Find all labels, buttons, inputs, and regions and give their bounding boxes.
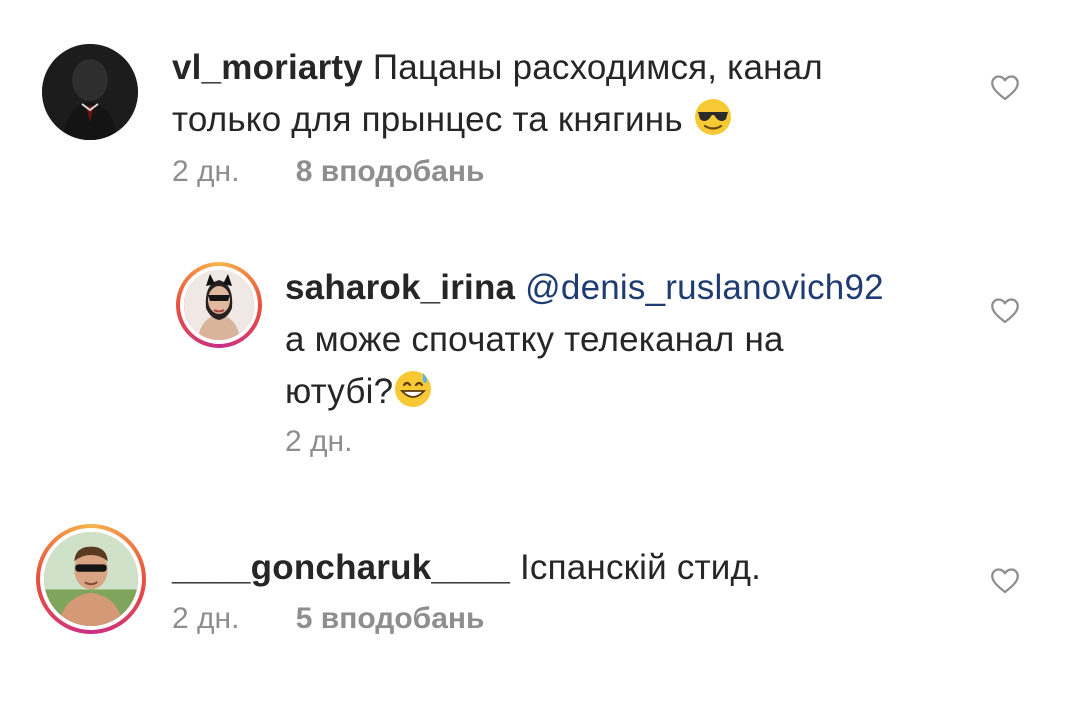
comment-username[interactable]: vl_moriarty xyxy=(172,48,363,87)
comment-timestamp: 2 дн. xyxy=(172,602,240,635)
likes-count[interactable]: 8 вподобань xyxy=(296,155,485,188)
comment-timestamp: 2 дн. xyxy=(285,425,353,458)
heart-outline-icon[interactable] xyxy=(988,563,1022,597)
smiling-face-with-sunglasses-icon xyxy=(693,97,733,137)
heart-outline-icon[interactable] xyxy=(988,70,1022,104)
comment-body: saharok_irina @denis_ruslanovich92 а мож… xyxy=(285,262,965,418)
mention-link[interactable]: @denis_ruslanovich92 xyxy=(525,268,884,307)
comment-body: vl_moriarty Пацаны расходимся, канал тол… xyxy=(172,42,932,146)
heart-outline-icon[interactable] xyxy=(988,293,1022,327)
comment-meta: 2 дн. 5 вподобань xyxy=(172,602,484,636)
avatar-image xyxy=(180,266,258,344)
comment-text: а може спочатку телеканал на xyxy=(285,320,784,359)
comment-username[interactable]: saharok_irina xyxy=(285,268,515,307)
comment-body: ____goncharuk____ Іспанскій стид. xyxy=(172,542,932,594)
avatar-image xyxy=(42,44,138,140)
likes-count[interactable]: 5 вподобань xyxy=(296,602,485,635)
comment-text: Пацаны расходимся, канал xyxy=(372,48,823,87)
comment-username[interactable]: ____goncharuk____ xyxy=(172,548,510,587)
comment-meta: 2 дн. xyxy=(285,425,352,459)
avatar[interactable] xyxy=(42,44,138,140)
comment-text: Іспанскій стид. xyxy=(519,548,762,587)
grinning-face-with-sweat-icon xyxy=(393,369,433,409)
comment-timestamp: 2 дн. xyxy=(172,155,240,188)
comment-text: ютубі? xyxy=(285,372,394,411)
avatar[interactable] xyxy=(36,524,146,634)
avatar[interactable] xyxy=(176,262,262,348)
comment-text: только для прынцес та княгинь xyxy=(172,100,683,139)
avatar-image xyxy=(40,528,142,630)
comment-meta: 2 дн. 8 вподобань xyxy=(172,155,484,189)
